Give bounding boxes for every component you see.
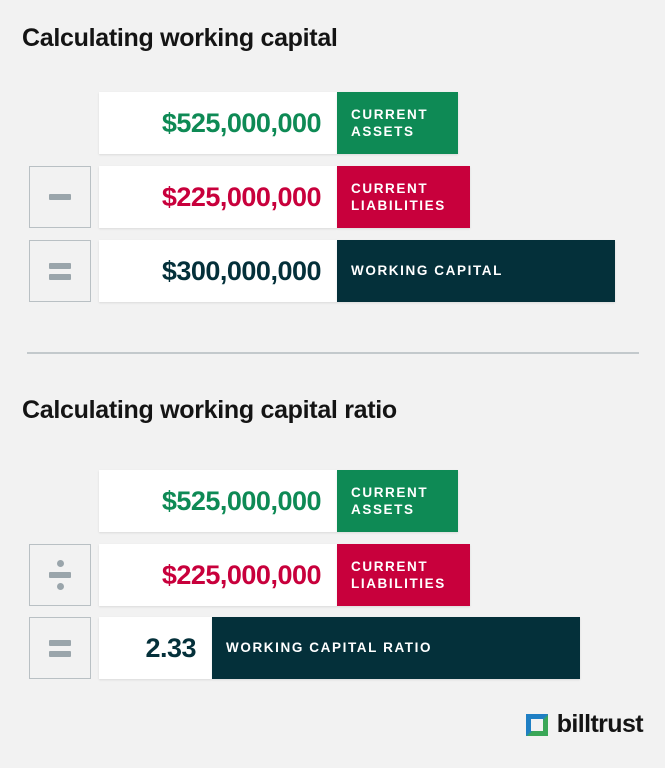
label-current-liabilities: CURRENT LIABILITIES bbox=[351, 180, 446, 213]
value-current-liabilities: $225,000,000 bbox=[161, 181, 322, 212]
divide-icon bbox=[49, 560, 71, 590]
label-working-capital: WORKING CAPITAL bbox=[351, 263, 503, 279]
equals-icon bbox=[49, 639, 71, 657]
billtrust-wordmark: billtrust bbox=[556, 710, 644, 738]
billtrust-logo: billtrust bbox=[525, 710, 644, 739]
value-working-capital: $300,000,000 bbox=[161, 255, 322, 286]
value-box-working-capital-ratio: 2.33 bbox=[99, 617, 212, 679]
label-box-current-liabilities-ratio: CURRENT LIABILITIES bbox=[337, 544, 470, 606]
label-box-current-liabilities: CURRENT LIABILITIES bbox=[337, 166, 470, 228]
calc-row-current-liabilities-ratio: $225,000,000 CURRENT LIABILITIES bbox=[99, 544, 470, 606]
minus-icon bbox=[49, 194, 71, 200]
calc-row-working-capital-ratio: 2.33 WORKING CAPITAL RATIO bbox=[99, 617, 580, 679]
equals-icon bbox=[49, 262, 71, 280]
label-box-current-assets-ratio: CURRENT ASSETS bbox=[337, 470, 458, 532]
operator-box-minus bbox=[29, 166, 91, 228]
value-box-current-liabilities: $225,000,000 bbox=[99, 166, 337, 228]
value-box-working-capital: $300,000,000 bbox=[99, 240, 337, 302]
label-box-current-assets: CURRENT ASSETS bbox=[337, 92, 458, 154]
label-current-assets: CURRENT ASSETS bbox=[351, 106, 429, 139]
value-current-assets-ratio: $525,000,000 bbox=[161, 485, 322, 516]
label-working-capital-ratio: WORKING CAPITAL RATIO bbox=[226, 640, 433, 656]
value-current-liabilities-ratio: $225,000,000 bbox=[161, 559, 322, 590]
calc-row-current-assets: $525,000,000 CURRENT ASSETS bbox=[99, 92, 458, 154]
infographic-canvas: Calculating working capital $525,000,000… bbox=[0, 0, 665, 768]
value-box-current-assets: $525,000,000 bbox=[99, 92, 337, 154]
label-current-liabilities-ratio: CURRENT LIABILITIES bbox=[351, 558, 446, 591]
operator-box-equals-ratio bbox=[29, 617, 91, 679]
section-title-working-capital: Calculating working capital bbox=[22, 24, 338, 52]
operator-box-divide bbox=[29, 544, 91, 606]
label-current-assets-ratio: CURRENT ASSETS bbox=[351, 484, 429, 517]
calc-row-current-assets-ratio: $525,000,000 CURRENT ASSETS bbox=[99, 470, 458, 532]
section-title-working-capital-ratio: Calculating working capital ratio bbox=[22, 396, 397, 424]
value-current-assets: $525,000,000 bbox=[161, 107, 322, 138]
value-working-capital-ratio: 2.33 bbox=[145, 632, 196, 663]
section-divider bbox=[27, 352, 639, 354]
label-box-working-capital: WORKING CAPITAL bbox=[337, 240, 615, 302]
calc-row-working-capital: $300,000,000 WORKING CAPITAL bbox=[99, 240, 615, 302]
calc-row-current-liabilities: $225,000,000 CURRENT LIABILITIES bbox=[99, 166, 470, 228]
value-box-current-liabilities-ratio: $225,000,000 bbox=[99, 544, 337, 606]
billtrust-square-mark-icon bbox=[525, 713, 548, 736]
value-box-current-assets-ratio: $525,000,000 bbox=[99, 470, 337, 532]
label-box-working-capital-ratio: WORKING CAPITAL RATIO bbox=[212, 617, 580, 679]
operator-box-equals-working-capital bbox=[29, 240, 91, 302]
